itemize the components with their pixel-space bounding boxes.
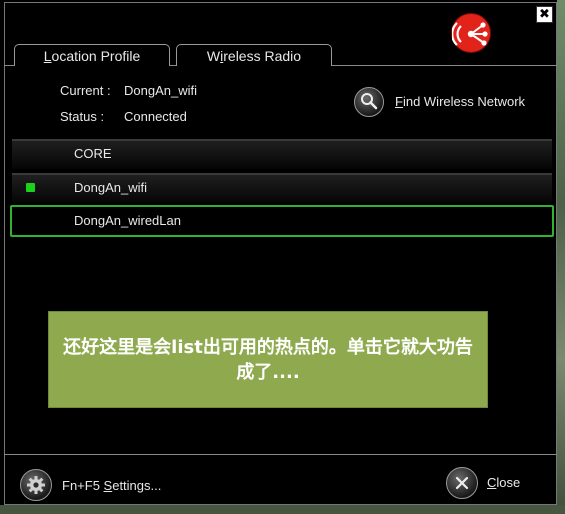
profile-row-core[interactable]: CORE [12, 139, 552, 169]
footer-divider [4, 454, 557, 455]
magnifier-icon [354, 87, 384, 117]
close-icon [446, 467, 478, 499]
profile-name: CORE [74, 146, 112, 161]
close-button[interactable]: Close [446, 466, 536, 500]
window-close-button[interactable]: ✖ [536, 6, 553, 23]
wireless-utility-window [4, 2, 557, 505]
profile-name: DongAn_wifi [74, 180, 147, 195]
share-broadcast-icon [451, 13, 491, 53]
tab-wireless-radio[interactable]: Wireless Radio [176, 44, 332, 66]
annotation-note: 还好这里是会list出可用的热点的。单击它就大功告成了.... [48, 311, 488, 408]
annotation-note-text: 还好这里是会list出可用的热点的。单击它就大功告成了.... [63, 336, 473, 383]
tab-location-profile[interactable]: Location Profile [14, 44, 170, 66]
status-label: Status : [60, 109, 105, 124]
find-wireless-network-button[interactable]: Find Wireless Network [354, 86, 544, 118]
close-label: Close [487, 475, 521, 490]
current-label: Current : [60, 83, 111, 98]
desktop-background [557, 0, 565, 514]
gear-icon [20, 469, 52, 501]
profile-row-dongan-wiredlan[interactable]: DongAn_wiredLan [10, 205, 554, 237]
active-connection-indicator [26, 183, 35, 192]
status-value: Connected [124, 109, 187, 124]
settings-label: Fn+F5 Settings... [62, 478, 162, 493]
active-tab-gap [15, 65, 169, 66]
settings-button[interactable]: Fn+F5 Settings... [20, 468, 180, 502]
current-value: DongAn_wifi [124, 83, 197, 98]
profile-row-dongan-wifi[interactable]: DongAn_wifi [12, 173, 552, 203]
profile-name: DongAn_wiredLan [74, 213, 181, 228]
find-wireless-network-label: Find Wireless Network [395, 94, 526, 109]
desktop-background-bottom [0, 505, 565, 514]
